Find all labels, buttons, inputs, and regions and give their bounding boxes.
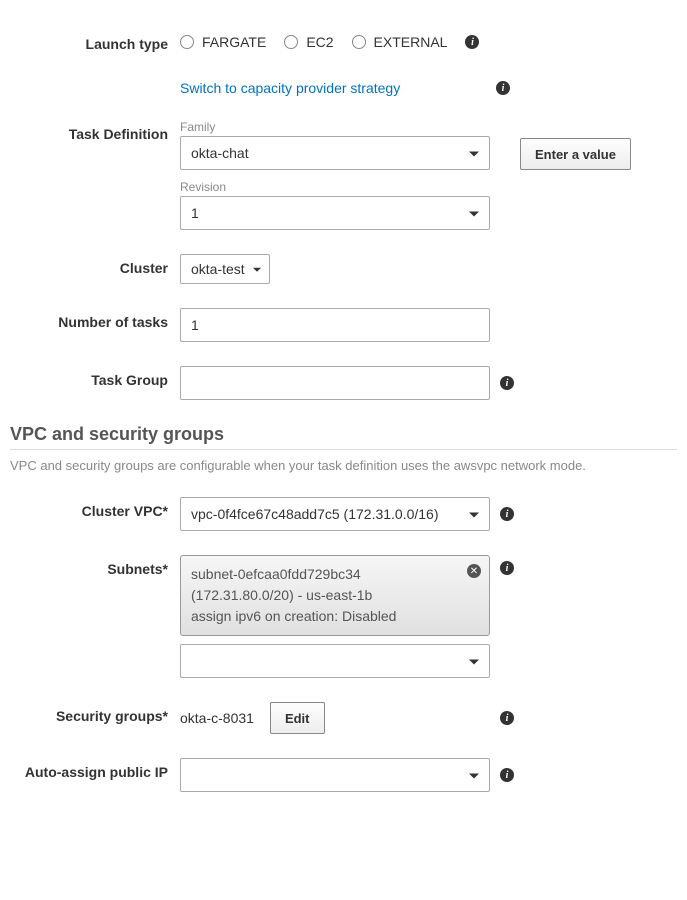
launch-type-fargate[interactable]: FARGATE xyxy=(180,34,266,50)
auto-assign-ip-row: Auto-assign public IP i xyxy=(10,758,677,792)
cluster-label: Cluster xyxy=(10,254,180,276)
info-icon[interactable]: i xyxy=(496,81,510,95)
number-of-tasks-row: Number of tasks xyxy=(10,308,677,342)
info-icon[interactable]: i xyxy=(500,561,514,575)
launch-type-fargate-label: FARGATE xyxy=(202,34,266,50)
task-revision-value: 1 xyxy=(191,205,199,221)
task-group-input[interactable] xyxy=(180,366,490,400)
cluster-select[interactable]: okta-test xyxy=(180,254,270,284)
cluster-vpc-row: Cluster VPC* vpc-0f4fce67c48add7c5 (172.… xyxy=(10,497,677,531)
task-definition-row: Task Definition Family okta-chat Enter a… xyxy=(10,120,677,230)
launch-type-external-label: EXTERNAL xyxy=(374,34,448,50)
vpc-section-description: VPC and security groups are configurable… xyxy=(10,458,677,473)
task-revision-select[interactable]: 1 xyxy=(180,196,490,230)
task-definition-content: Family okta-chat Enter a value Revision … xyxy=(180,120,677,230)
number-of-tasks-input[interactable] xyxy=(180,308,490,342)
subnets-column: subnet-0efcaa0fdd729bc34 (172.31.80.0/20… xyxy=(180,555,490,678)
cluster-vpc-wrap: vpc-0f4fce67c48add7c5 (172.31.0.0/16) i xyxy=(180,497,677,531)
launch-type-ec2[interactable]: EC2 xyxy=(284,34,333,50)
auto-assign-ip-select[interactable] xyxy=(180,758,490,792)
switch-strategy-wrap: Switch to capacity provider strategy i xyxy=(180,76,510,96)
subnets-select[interactable] xyxy=(180,644,490,678)
launch-type-content: FARGATE EC2 EXTERNAL i xyxy=(180,30,677,50)
info-icon[interactable]: i xyxy=(500,711,514,725)
task-family-group: Family okta-chat xyxy=(180,120,490,170)
security-groups-wrap: okta-c-8031 Edit i xyxy=(180,702,514,734)
switch-strategy-row: Switch to capacity provider strategy i xyxy=(10,76,677,96)
subnet-chip: subnet-0efcaa0fdd729bc34 (172.31.80.0/20… xyxy=(180,555,490,636)
subnet-chip-line2: (172.31.80.0/20) - us-east-1b xyxy=(191,585,459,606)
auto-assign-ip-wrap: i xyxy=(180,758,677,792)
remove-subnet-icon[interactable]: ✕ xyxy=(467,564,481,578)
edit-security-groups-button[interactable]: Edit xyxy=(270,702,325,734)
launch-type-label: Launch type xyxy=(10,30,180,52)
task-family-value: okta-chat xyxy=(191,145,249,161)
task-family-sublabel: Family xyxy=(180,120,490,134)
enter-value-button[interactable]: Enter a value xyxy=(520,138,631,170)
info-icon[interactable]: i xyxy=(500,376,514,390)
cluster-vpc-value: vpc-0f4fce67c48add7c5 (172.31.0.0/16) xyxy=(191,506,439,522)
radio-icon xyxy=(284,35,298,49)
task-definition-family-row: Family okta-chat Enter a value xyxy=(180,120,677,170)
launch-type-row: Launch type FARGATE EC2 EXTERNAL i xyxy=(10,30,677,52)
auto-assign-ip-label: Auto-assign public IP xyxy=(10,758,180,780)
launch-type-radio-group: FARGATE EC2 EXTERNAL i xyxy=(180,30,677,50)
cluster-vpc-label: Cluster VPC* xyxy=(10,497,180,519)
switch-capacity-provider-link[interactable]: Switch to capacity provider strategy xyxy=(180,80,400,96)
info-icon[interactable]: i xyxy=(465,35,479,49)
task-group-label: Task Group xyxy=(10,366,180,388)
vpc-section-divider xyxy=(10,449,677,450)
security-group-value: okta-c-8031 xyxy=(180,710,254,726)
subnets-label: Subnets* xyxy=(10,555,180,577)
subnet-chip-line1: subnet-0efcaa0fdd729bc34 xyxy=(191,564,459,585)
subnets-wrap: subnet-0efcaa0fdd729bc34 (172.31.80.0/20… xyxy=(180,555,677,678)
number-of-tasks-label: Number of tasks xyxy=(10,308,180,330)
task-group-row: Task Group i xyxy=(10,366,677,400)
cluster-row: Cluster okta-test xyxy=(10,254,677,284)
task-revision-sublabel: Revision xyxy=(180,180,677,194)
info-icon[interactable]: i xyxy=(500,768,514,782)
task-revision-group: Revision 1 xyxy=(180,180,677,230)
security-groups-inner: okta-c-8031 Edit xyxy=(180,702,325,734)
task-family-select[interactable]: okta-chat xyxy=(180,136,490,170)
cluster-value: okta-test xyxy=(191,261,245,277)
security-groups-row: Security groups* okta-c-8031 Edit i xyxy=(10,702,677,734)
subnet-chip-line3: assign ipv6 on creation: Disabled xyxy=(191,606,459,627)
cluster-vpc-select[interactable]: vpc-0f4fce67c48add7c5 (172.31.0.0/16) xyxy=(180,497,490,531)
radio-icon xyxy=(352,35,366,49)
security-groups-label: Security groups* xyxy=(10,702,180,724)
info-icon[interactable]: i xyxy=(500,507,514,521)
task-group-wrap: i xyxy=(180,366,677,400)
vpc-section-header: VPC and security groups xyxy=(10,424,677,445)
launch-type-external[interactable]: EXTERNAL xyxy=(352,34,448,50)
subnets-row: Subnets* subnet-0efcaa0fdd729bc34 (172.3… xyxy=(10,555,677,678)
task-definition-label: Task Definition xyxy=(10,120,180,142)
launch-type-ec2-label: EC2 xyxy=(306,34,333,50)
radio-icon xyxy=(180,35,194,49)
